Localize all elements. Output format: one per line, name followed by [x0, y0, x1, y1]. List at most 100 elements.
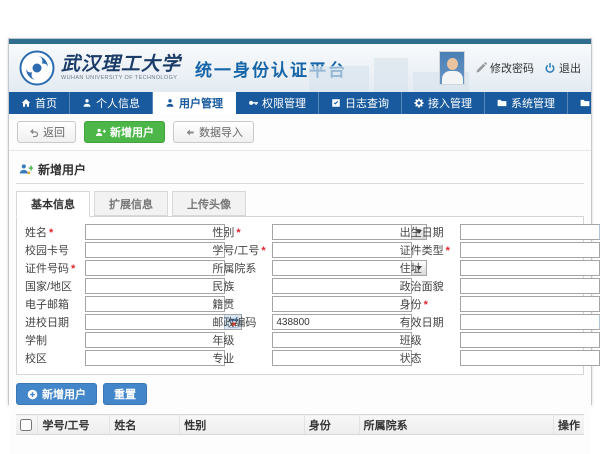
field-label-id-number: 证件号码*	[25, 260, 85, 276]
field-label-class: 班级	[400, 332, 460, 348]
input-box-identity	[460, 296, 600, 312]
birth-date-input[interactable]	[461, 225, 599, 239]
avatar-face	[447, 58, 458, 70]
required-asterisk: *	[446, 245, 450, 257]
form-field-address: 住址	[400, 259, 573, 277]
native-place-input[interactable]	[273, 297, 411, 311]
gender-input[interactable]	[273, 225, 411, 239]
major-input[interactable]	[273, 351, 411, 365]
building-silhouette	[374, 58, 408, 92]
nav-item-label: 订阅管理	[594, 95, 600, 111]
field-label-address: 住址	[400, 260, 460, 276]
valid-date-input[interactable]	[461, 315, 599, 329]
nav-item-7[interactable]: 订阅管理	[568, 92, 600, 114]
input-box-native-place	[272, 296, 412, 312]
select-all-checkbox[interactable]	[20, 419, 32, 431]
input-box-campus-card-no	[85, 242, 225, 258]
nav-item-label: 首页	[35, 95, 57, 111]
section-header: 新增用户	[16, 155, 584, 184]
change-password-label: 修改密码	[490, 60, 534, 76]
form-field-enroll-date: 进校日期	[25, 313, 198, 331]
address-input[interactable]	[461, 261, 599, 275]
toolbar-add-user-button[interactable]: 新增用户	[84, 121, 165, 143]
tab-1[interactable]: 扩展信息	[94, 191, 168, 216]
political-status-input[interactable]	[461, 279, 599, 293]
change-password-link[interactable]: 修改密码	[475, 60, 534, 76]
study-length-input[interactable]	[86, 333, 224, 347]
field-label-text: 身份	[400, 299, 422, 311]
field-label-text: 班级	[400, 335, 422, 347]
home-icon	[21, 98, 31, 108]
email-input[interactable]	[86, 297, 224, 311]
form-field-status: 状态	[400, 349, 573, 367]
country-region-input[interactable]	[86, 279, 224, 293]
field-label-text: 证件类型	[400, 245, 444, 257]
field-label-text: 专业	[212, 353, 234, 365]
nav-item-1[interactable]: 个人信息	[70, 92, 153, 114]
campus-input[interactable]	[86, 351, 224, 365]
nav-item-0[interactable]: 首页	[9, 92, 70, 114]
input-box-birth-date	[460, 224, 600, 240]
id-number-input[interactable]	[86, 261, 224, 275]
input-box-political-status	[460, 278, 600, 294]
data-import-button[interactable]: 数据导入	[173, 121, 254, 143]
class-input[interactable]	[461, 333, 599, 347]
nav-item-6[interactable]: 系统管理	[485, 92, 568, 114]
return-arrow-icon	[28, 127, 39, 138]
form-field-postal-code: 邮政编码	[212, 313, 385, 331]
reset-button[interactable]: 重置	[103, 383, 147, 405]
tab-0[interactable]: 基本信息	[16, 191, 90, 217]
field-label-birth-date: 出生日期	[400, 224, 460, 240]
nav-item-2[interactable]: 用户管理	[153, 92, 236, 114]
field-label-text: 邮政编码	[212, 317, 256, 329]
submit-add-user-button[interactable]: 新增用户	[16, 383, 97, 405]
nav-item-4[interactable]: 日志查询	[319, 92, 402, 114]
enroll-date-input[interactable]	[86, 315, 224, 329]
name-input[interactable]	[86, 225, 224, 239]
table-header-2: 性别	[180, 415, 305, 435]
input-box-valid-date	[460, 314, 600, 330]
form-field-id-number: 证件号码*	[25, 259, 198, 277]
user-results-table: 学号/工号姓名性别身份所属院系操作	[16, 414, 584, 435]
form-field-campus: 校区	[25, 349, 198, 367]
form-field-class: 班级	[400, 331, 573, 349]
nav-item-3[interactable]: 权限管理	[236, 92, 319, 114]
field-label-text: 住址	[400, 263, 422, 275]
department-input[interactable]	[273, 261, 411, 275]
required-asterisk: *	[424, 299, 428, 311]
gear-icon	[414, 98, 424, 108]
university-name-block: 武汉理工大学 WUHAN UNIVERSITY OF TECHNOLOGY	[61, 55, 181, 82]
ethnicity-input[interactable]	[273, 279, 411, 293]
power-icon	[544, 62, 556, 74]
folder-icon	[580, 98, 590, 108]
field-label-text: 有效日期	[400, 317, 444, 329]
input-box-name	[85, 224, 225, 240]
form-column-2: 出生日期证件类型*住址政治面貌身份*有效日期班级状态	[394, 223, 581, 367]
field-label-name: 姓名*	[25, 224, 85, 240]
input-box-status	[460, 350, 600, 366]
status-input[interactable]	[461, 351, 599, 365]
postal-code-input[interactable]	[273, 315, 411, 329]
field-label-text: 电子邮箱	[25, 299, 69, 311]
field-label-valid-date: 有效日期	[400, 314, 460, 330]
field-label-text: 姓名	[25, 227, 47, 239]
nav-item-5[interactable]: 接入管理	[402, 92, 485, 114]
grade-input[interactable]	[273, 333, 411, 347]
field-label-postal-code: 邮政编码	[212, 314, 272, 330]
form-field-country-region: 国家/地区	[25, 277, 198, 295]
tab-2[interactable]: 上传头像	[172, 191, 246, 216]
back-button[interactable]: 返回	[17, 121, 76, 143]
field-label-text: 籍贯	[212, 299, 234, 311]
table-header-3: 身份	[304, 415, 359, 435]
identity-input[interactable]	[461, 297, 599, 311]
campus-card-no-input[interactable]	[86, 243, 224, 257]
logout-link[interactable]: 退出	[544, 60, 581, 76]
id-type-input[interactable]	[461, 243, 599, 257]
avatar	[439, 51, 465, 85]
nav-item-label: 用户管理	[179, 95, 223, 111]
university-logo-icon	[19, 50, 55, 86]
form-field-valid-date: 有效日期	[400, 313, 573, 331]
field-label-text: 状态	[400, 353, 422, 365]
student-staff-id-input[interactable]	[273, 243, 411, 257]
header-user-area: 修改密码 退出	[439, 51, 581, 85]
